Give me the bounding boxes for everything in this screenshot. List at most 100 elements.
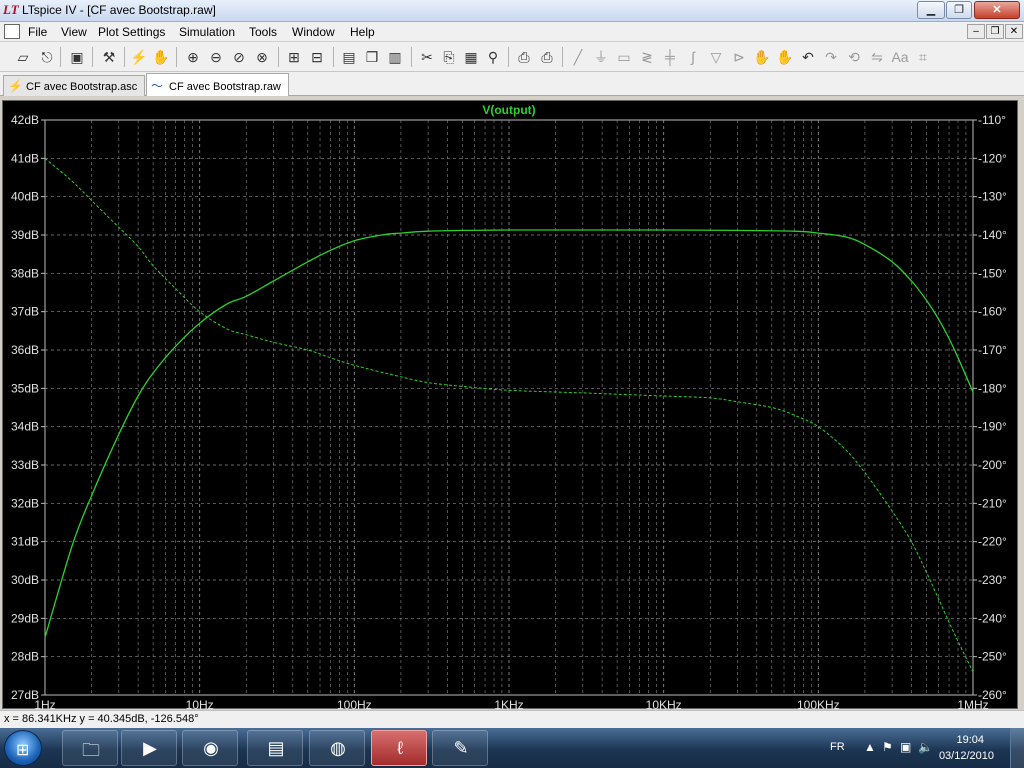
title-bar: LT LTspice IV - [CF avec Bootstrap.raw] … [0,0,1024,22]
toolbar-separator [278,47,279,67]
menu-tools[interactable]: Tools [249,25,277,39]
ltspice-icon: ℓ [397,738,403,758]
spice-directive-icon[interactable]: ⌗ [914,48,932,66]
move-icon[interactable]: ✋ [753,48,771,66]
wire-icon[interactable]: ╱ [569,48,587,66]
run-icon[interactable]: ⚒ [100,48,118,66]
plot-canvas[interactable]: 42dB 41dB 40dB 39dB 38dB 37dB 36dB 35dB 34dB 33dB… [3,101,1019,710]
volume-icon[interactable]: 🔈 [918,740,933,754]
trace-label-v-output[interactable]: V(output) [482,103,535,117]
ltspice-task-button[interactable]: ℓ [371,730,427,766]
undo-icon[interactable]: ↶ [799,48,817,66]
menu-help[interactable]: Help [350,25,375,39]
menu-view[interactable]: View [61,25,87,39]
x-tick-label: 1KHz [494,698,523,710]
cut-icon[interactable]: ✂ [418,48,436,66]
resistor-icon[interactable]: ≷ [638,48,656,66]
zoom-in-icon[interactable]: ⊕ [184,48,202,66]
close-button[interactable]: ✕ [974,1,1020,19]
hand-icon[interactable]: ✋ [152,48,170,66]
drag-icon[interactable]: ✋ [776,48,794,66]
print-icon[interactable]: ⎙ [538,48,556,66]
app-task-button[interactable]: ◉ [182,730,238,766]
taskbar: ⊞ 🗀 ▶ ◉ ▤ ◍ ℓ ✎ FR ▲ ⚑ ▣ 🔈 19:04 03/12/2… [0,728,1024,768]
app-red-icon: ◉ [203,738,219,758]
zoom-extents-icon[interactable]: ⊗ [253,48,271,66]
waveform-icon: 〜 [151,79,164,93]
mdi-minimize-button[interactable]: – [967,24,985,39]
zoom-back-icon[interactable]: ⊘ [230,48,248,66]
left-y-tick-label: 37dB [11,305,39,319]
document-waveform-icon[interactable] [4,24,20,39]
right-y-tick-label: -180° [978,381,1007,395]
show-desktop-button[interactable] [1010,728,1024,768]
media-player-task-button[interactable]: ▶ [121,730,177,766]
minimize-button[interactable]: ▁ [917,1,945,19]
print-setup-icon[interactable]: ⎙ [515,48,533,66]
copy-icon[interactable]: ⎘ [440,48,458,66]
mark-icon[interactable]: ⊟ [308,48,326,66]
language-indicator[interactable]: FR [830,741,845,753]
zoom-out-icon[interactable]: ⊖ [207,48,225,66]
label-icon[interactable]: ▭ [615,48,633,66]
save-icon[interactable]: ⎋ [38,48,56,66]
cascade-icon[interactable]: ❐ [363,48,381,66]
ground-icon[interactable]: ⏚ [592,48,610,66]
menu-simulation[interactable]: Simulation [179,25,235,39]
x-tick-label: 1MHz [957,698,988,710]
waveform-plot[interactable]: 42dB 41dB 40dB 39dB 38dB 37dB 36dB 35dB 34dB 33dB… [2,100,1019,710]
mirror-icon[interactable]: ⇋ [868,48,886,66]
network-icon[interactable]: ▣ [900,740,911,754]
left-y-tick-label: 30dB [11,573,39,587]
right-y-tick-label: -190° [978,420,1007,434]
menu-plot-settings[interactable]: Plot Settings [98,25,165,39]
folder-task-button[interactable]: ▤ [247,730,303,766]
paste-icon[interactable]: ▦ [462,48,480,66]
autorange-icon[interactable]: ⊞ [285,48,303,66]
schematic-icon: ⚡ [8,79,23,93]
redo-icon[interactable]: ↷ [822,48,840,66]
menu-window[interactable]: Window [292,25,335,39]
text-icon[interactable]: Aa [891,48,909,66]
left-y-tick-label: 28dB [11,650,39,664]
tile-horizontal-icon[interactable]: ▤ [340,48,358,66]
mdi-close-button[interactable]: ✕ [1005,24,1023,39]
start-button[interactable]: ⊞ [4,730,42,766]
gimp-task-button[interactable]: ✎ [432,730,488,766]
left-y-tick-label: 31dB [11,535,39,549]
x-tick-label: 100Hz [337,698,372,710]
right-y-tick-label: -170° [978,343,1007,357]
gimp-icon: ✎ [453,738,469,758]
rotate-icon[interactable]: ⟲ [845,48,863,66]
control-panel-icon[interactable]: ▣ [68,48,86,66]
mdi-restore-button[interactable]: ❐ [986,24,1004,39]
menu-file[interactable]: File [28,25,47,39]
capacitor-icon[interactable]: ╪ [661,48,679,66]
inductor-icon[interactable]: ∫ [684,48,702,66]
find-icon[interactable]: ⚲ [484,48,502,66]
halt-icon[interactable]: ⚡ [130,48,148,66]
action-center-flag-icon[interactable]: ⚑ [882,740,893,754]
firefox-icon: ◍ [330,738,346,758]
tile-vertical-icon[interactable]: ▥ [386,48,404,66]
restore-button[interactable]: ❐ [946,1,972,19]
diode-icon[interactable]: ▽ [707,48,725,66]
clock-time[interactable]: 19:04 [956,734,984,746]
x-tick-label: 10KHz [646,698,682,710]
tab-label: CF avec Bootstrap.asc [26,81,138,93]
window-title: LTspice IV - [CF avec Bootstrap.raw] [22,3,216,17]
right-y-tick-label: -160° [978,305,1007,319]
tab-waveform[interactable]: 〜 CF avec Bootstrap.raw [146,73,289,96]
open-icon[interactable]: ▱ [14,48,32,66]
show-hidden-icons-icon[interactable]: ▲ [864,740,876,754]
tab-schematic[interactable]: ⚡ CF avec Bootstrap.asc [3,75,145,96]
left-y-tick-label: 40dB [11,190,39,204]
toolbar: ▱ ⎋ ▣ ⚒ ⚡ ✋ ⊕ ⊖ ⊘ ⊗ ⊞ ⊟ ▤ ❐ ▥ ✂ ⎘ ▦ ⚲ ⎙ … [0,42,1024,72]
firefox-task-button[interactable]: ◍ [309,730,365,766]
left-y-tick-label: 32dB [11,496,39,510]
component-icon[interactable]: ⊳ [730,48,748,66]
left-y-tick-label: 36dB [11,343,39,357]
clock-date[interactable]: 03/12/2010 [939,750,994,762]
explorer-task-button[interactable]: 🗀 [62,730,118,766]
toolbar-separator [60,47,61,67]
